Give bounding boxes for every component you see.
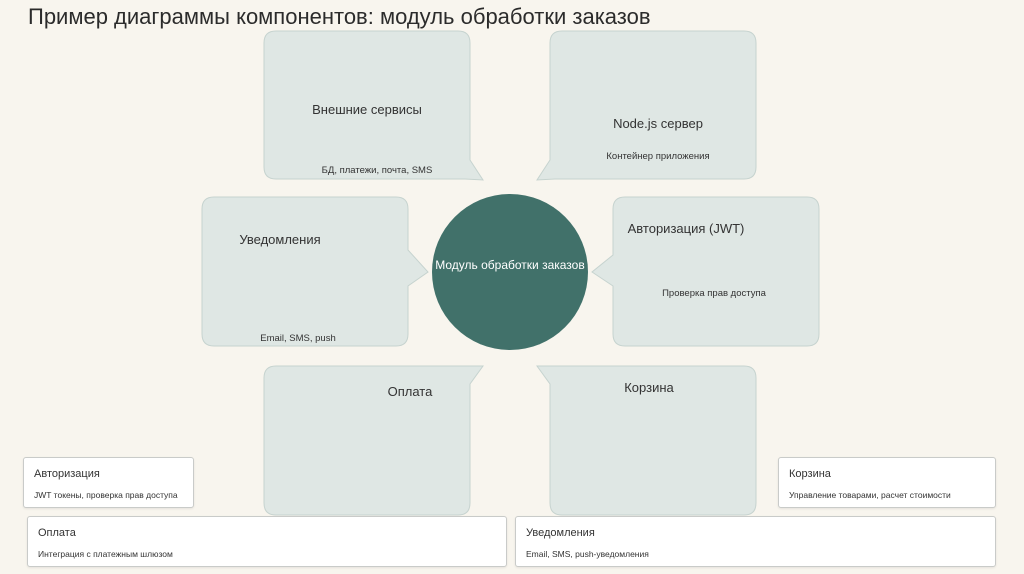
card-payment[interactable]: Оплата Интеграция с платежным шлюзом <box>27 516 507 567</box>
desc-external-services: БД, платежи, почта, SMS <box>321 165 433 176</box>
label-payment: Оплата <box>387 384 433 399</box>
label-notifications: Уведомления <box>239 232 321 247</box>
label-external-services: Внешние сервисы <box>312 102 422 117</box>
card-cart[interactable]: Корзина Управление товарами, расчет стои… <box>778 457 996 508</box>
label-cart: Корзина <box>624 380 674 395</box>
card-notifications-title: Уведомления <box>526 527 595 539</box>
bubble-notifications[interactable] <box>201 196 429 347</box>
card-auth[interactable]: Авторизация JWT токены, проверка прав до… <box>23 457 194 508</box>
card-auth-desc: JWT токены, проверка прав доступа <box>34 490 178 500</box>
card-payment-desc: Интеграция с платежным шлюзом <box>38 549 173 559</box>
center-module-label: Модуль обработки заказов <box>435 258 585 272</box>
bubble-auth[interactable] <box>591 196 820 347</box>
label-auth: Авторизация (JWT) <box>627 221 745 236</box>
desc-auth: Проверка прав доступа <box>662 288 766 299</box>
card-payment-title: Оплата <box>38 527 76 539</box>
card-notifications[interactable]: Уведомления Email, SMS, push-уведомления <box>515 516 996 567</box>
card-cart-title: Корзина <box>789 468 831 480</box>
card-notifications-desc: Email, SMS, push-уведомления <box>526 549 649 559</box>
label-node-server: Node.js сервер <box>613 116 703 131</box>
desc-notifications: Email, SMS, push <box>260 333 336 344</box>
desc-node-server: Контейнер приложения <box>606 151 710 162</box>
card-auth-title: Авторизация <box>34 468 100 480</box>
card-cart-desc: Управление товарами, расчет стоимости <box>789 490 951 500</box>
